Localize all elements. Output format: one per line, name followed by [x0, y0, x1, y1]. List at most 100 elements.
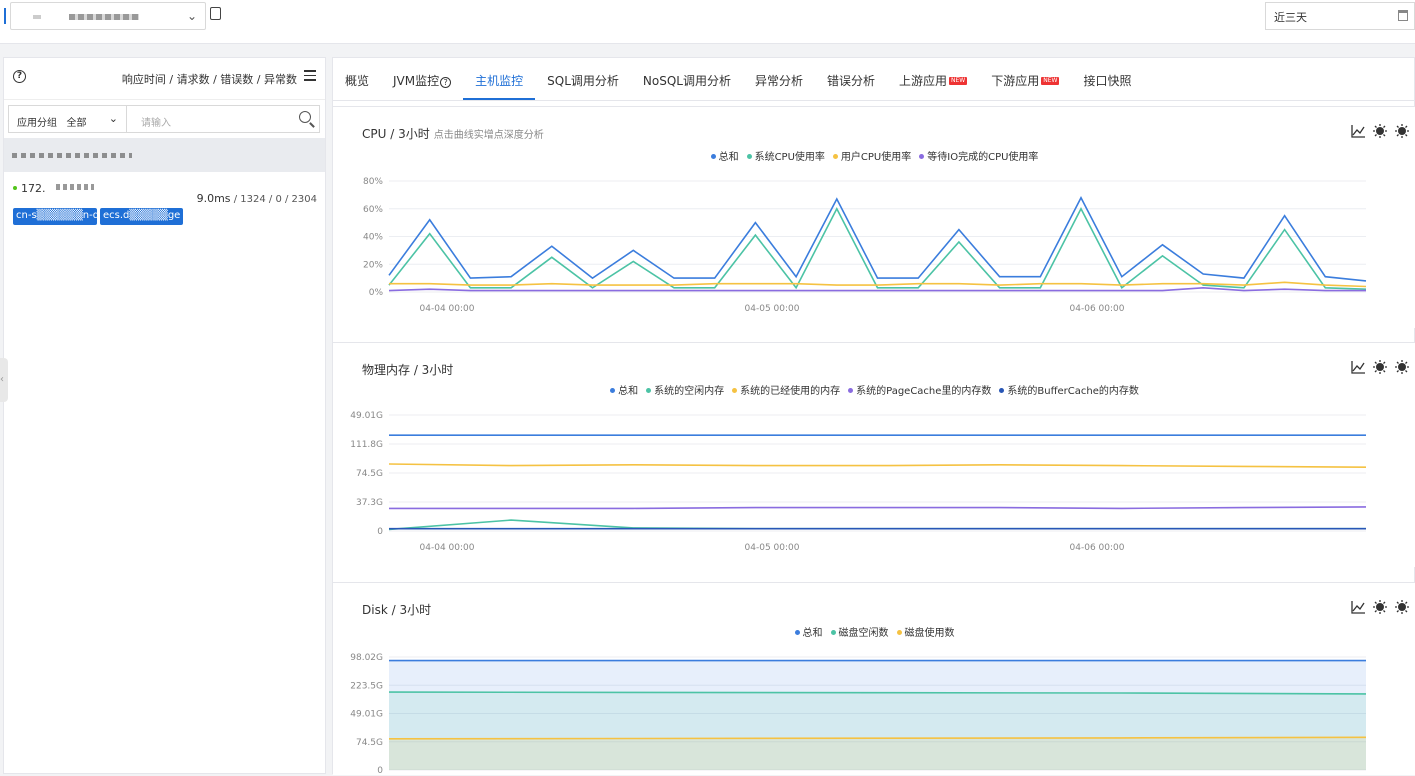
search-input[interactable]: 请输入 [127, 106, 319, 132]
legend-item[interactable]: 磁盘空闲数 [830, 624, 889, 639]
chevron-down-icon: ⌄ [186, 9, 197, 23]
host-tag-region: cn-s▒▒▒▒▒▒n-d [13, 208, 97, 225]
accent-bar [4, 8, 6, 24]
x-tick-label: 04-05 00:00 [745, 304, 800, 314]
cpu-title: CPU / 3小时 点击曲线实增点深度分析 [362, 125, 544, 142]
new-badge: NEW [1041, 77, 1060, 85]
tab-sql[interactable]: SQL调用分析 [535, 58, 631, 100]
x-tick-label: 04-04 00:00 [420, 543, 475, 553]
tab-snapshot[interactable]: 接口快照 [1071, 58, 1143, 100]
memory-panel: 物理内存 / 3小时 总和 系统的空闲内存 系统的已经使用的内存 系统的PageCac… [333, 342, 1415, 567]
calendar-icon [1398, 10, 1408, 21]
legend-item[interactable]: 磁盘使用数 [896, 624, 955, 639]
group-select[interactable]: 应用分组 全部 ⌄ [9, 106, 127, 132]
group-value: 全部 [66, 118, 87, 129]
series-area [389, 737, 1366, 770]
legend-item[interactable]: 总和 [794, 624, 823, 639]
bulb-alert-icon[interactable] [1394, 123, 1410, 139]
panel-title: Disk / 3小时 [362, 603, 432, 617]
legend-item[interactable]: 系统的空闲内存 [646, 382, 724, 397]
series-line [388, 195, 1367, 282]
x-tick-label: 04-04 00:00 [420, 304, 475, 314]
tab-jvm[interactable]: JVM监控? [381, 58, 463, 100]
bulb-icon[interactable] [1372, 599, 1388, 615]
y-tick-label: 74.5G [356, 738, 383, 748]
tab-overview[interactable]: 概览 [333, 58, 381, 100]
tab-downstream[interactable]: 下游应用 NEW [979, 58, 1071, 100]
legend-item[interactable]: 用户CPU使用率 [832, 148, 912, 163]
panel-tools [1350, 123, 1410, 139]
host-list-header: ? 响应时间 / 请求数 / 错误数 / 异常数 [4, 58, 325, 100]
host-filter: 应用分组 全部 ⌄ 请输入 [8, 105, 320, 133]
legend-label: 等待IO完成的CPU使用率 [927, 152, 1039, 163]
time-range-value: 近三天 [1274, 11, 1307, 24]
y-tick-label: 74.5G [356, 469, 383, 479]
tab-nosql[interactable]: NoSQL调用分析 [631, 58, 743, 100]
y-tick-label: 0% [369, 288, 384, 298]
redacted-ip [56, 184, 94, 190]
panel-tools [1350, 599, 1410, 615]
redacted-text [33, 15, 41, 19]
time-range-picker[interactable]: 近三天 [1265, 2, 1415, 30]
legend-dot [999, 388, 1005, 393]
y-tick-label: 98.02G [350, 653, 383, 663]
host-counts: / 1324 / 0 / 2304 [230, 194, 317, 205]
tab-upstream[interactable]: 上游应用 NEW [887, 58, 979, 100]
legend-item[interactable]: 总和 [610, 382, 638, 397]
x-tick-label: 04-06 00:00 [1070, 304, 1125, 314]
series-line [388, 463, 1367, 468]
help-icon: ? [440, 77, 452, 88]
disk-chart: 98.02G 223.5G 49.01G 74.5G 0 [350, 653, 1367, 776]
host-group-row[interactable] [4, 138, 325, 172]
line-chart-icon[interactable] [1350, 123, 1366, 139]
legend-item[interactable]: 系统CPU使用率 [746, 148, 825, 163]
tab-label: 上游应用 [899, 74, 948, 88]
line-chart-icon[interactable] [1350, 599, 1366, 615]
y-tick-label: 80% [363, 177, 383, 187]
tab-host-monitor[interactable]: 主机监控 [463, 58, 536, 100]
tab-bar: 概览 JVM监控? 主机监控 SQL调用分析 NoSQL调用分析 异常分析 错误… [333, 58, 1415, 101]
tab-exceptions[interactable]: 异常分析 [743, 58, 815, 100]
bulb-alert-icon[interactable] [1394, 599, 1410, 615]
tab-errors[interactable]: 错误分析 [815, 58, 887, 100]
y-tick-label: 20% [363, 260, 383, 270]
sort-list-icon[interactable] [304, 70, 316, 82]
legend-item[interactable]: 总和 [710, 148, 739, 163]
memory-chart: 49.01G 111.8G 74.5G 37.3G 0 04-04 00:00 04-05 … [350, 411, 1367, 553]
panel-tools [1350, 359, 1410, 375]
memory-title: 物理内存 / 3小时 [362, 361, 453, 378]
disk-legend: 总和 磁盘空闲数 磁盘使用数 [333, 624, 1415, 639]
search-icon[interactable] [299, 111, 311, 123]
copy-icon[interactable] [210, 7, 221, 20]
status-dot [13, 186, 17, 190]
legend-dot [832, 154, 838, 159]
tab-label: JVM监控 [393, 74, 440, 88]
host-tag-instance: ecs.d▒▒▒▒▒ge [100, 208, 183, 225]
disk-panel: Disk / 3小时 总和 磁盘空闲数 磁盘使用数 98.02G 223.5G 49.0… [333, 582, 1415, 776]
legend-label: 总和 [802, 628, 823, 639]
legend-item[interactable]: 等待IO完成的CPU使用率 [919, 148, 1038, 163]
x-tick-label: 04-06 00:00 [1070, 543, 1125, 553]
bulb-icon[interactable] [1372, 359, 1388, 375]
legend-dot [896, 630, 902, 635]
metric-header: 响应时间 / 请求数 / 错误数 / 异常数 [121, 73, 297, 86]
line-chart-icon[interactable] [1350, 359, 1366, 375]
application-select[interactable]: ⌄ [10, 2, 206, 30]
cpu-legend: 总和 系统CPU使用率 用户CPU使用率 等待IO完成的CPU使用率 [333, 148, 1415, 163]
new-badge: NEW [949, 77, 968, 85]
bulb-icon[interactable] [1372, 123, 1388, 139]
legend-item[interactable]: 系统的BufferCache的内存数 [999, 382, 1139, 397]
help-icon[interactable]: ? [13, 70, 26, 83]
host-list-panel: ? 响应时间 / 请求数 / 错误数 / 异常数 应用分组 全部 ⌄ 请输入 1… [3, 57, 326, 774]
legend-label: 系统的已经使用的内存 [740, 386, 841, 397]
legend-label: 用户CPU使用率 [840, 152, 912, 163]
legend-item[interactable]: 系统的已经使用的内存 [732, 382, 840, 397]
legend-label: 磁盘空闲数 [838, 628, 889, 639]
panel-hint: 点击曲线实增点深度分析 [433, 130, 544, 141]
bulb-alert-icon[interactable] [1394, 359, 1410, 375]
legend-item[interactable]: 系统的PageCache里的内存数 [848, 382, 991, 397]
redacted-group-name [12, 153, 132, 158]
collapse-handle[interactable]: ‹ [0, 358, 8, 402]
host-list-item[interactable]: 172. 9.0ms / 1324 / 0 / 2304 cn-s▒▒▒▒▒▒n… [4, 176, 325, 228]
cpu-panel: CPU / 3小时 点击曲线实增点深度分析 总和 系统CPU使用率 用户CPU使用率 等… [333, 106, 1415, 328]
